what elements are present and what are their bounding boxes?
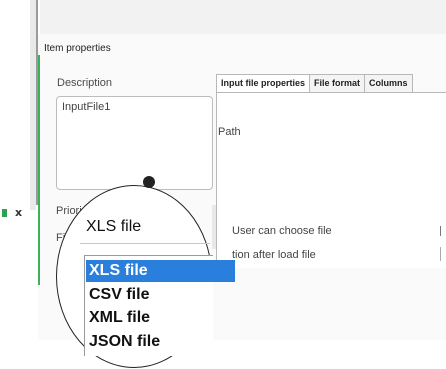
action-after-load-select[interactable] xyxy=(440,247,441,261)
option-json-file[interactable]: JSON file xyxy=(86,333,160,351)
panel-accent-bar xyxy=(38,55,40,285)
panel-title: Item properties xyxy=(44,43,111,54)
tab-file-format[interactable]: File format xyxy=(309,74,366,93)
option-xml-file[interactable]: XML file xyxy=(86,309,150,327)
top-band xyxy=(40,0,446,35)
close-icon[interactable]: x xyxy=(15,206,22,219)
magnifier-handle xyxy=(143,176,155,188)
user-can-choose-checkbox[interactable] xyxy=(440,226,441,236)
side-toolbar: x xyxy=(2,206,22,219)
file-type-select-arrow[interactable] xyxy=(212,205,216,249)
tab-strip: Input file properties File format Column… xyxy=(216,74,413,93)
user-can-choose-file-label: User can choose file xyxy=(232,225,332,237)
option-xls-file[interactable]: XLS file xyxy=(86,260,235,282)
option-csv-file[interactable]: CSV file xyxy=(86,286,149,304)
action-after-load-label: tion after load file xyxy=(232,249,316,261)
description-value: InputFile1 xyxy=(62,101,111,113)
file-type-selected-value: XLS file xyxy=(86,218,142,235)
tab-content xyxy=(216,92,446,268)
tab-input-file-properties[interactable]: Input file properties xyxy=(216,74,311,93)
status-green-icon xyxy=(2,209,7,217)
description-label: Description xyxy=(57,77,113,89)
path-label: Path xyxy=(218,126,241,138)
tab-columns[interactable]: Columns xyxy=(364,74,413,93)
